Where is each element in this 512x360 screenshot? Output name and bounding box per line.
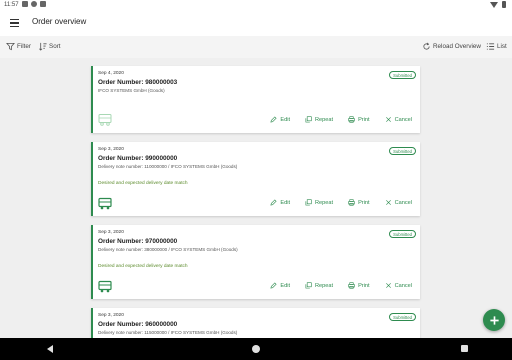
system-nav-bar (0, 338, 512, 360)
truck-icon (98, 114, 112, 126)
status-bar: 11:57 (0, 0, 512, 10)
order-card[interactable]: Sep 3, 2020 Submitted Order Number: 9600… (91, 308, 420, 338)
order-actions: Edit Repeat Print Cancel (270, 199, 412, 206)
repeat-icon (305, 116, 312, 123)
order-number: Order Number: 990000000 (98, 155, 178, 162)
order-details: IFCO SYSTEMS GmbH (Goods) (98, 88, 165, 93)
cancel-label: Cancel (394, 116, 412, 123)
back-icon[interactable] (47, 345, 53, 353)
list-icon (486, 43, 495, 50)
menu-icon[interactable] (10, 19, 19, 27)
edit-button[interactable]: Edit (270, 282, 290, 289)
list-view-button[interactable]: List (486, 42, 507, 51)
print-icon (348, 116, 355, 123)
reload-icon (423, 42, 430, 50)
order-card[interactable]: Sep 3, 2020 Submitted Order Number: 9900… (91, 142, 420, 216)
toolbar: Filter Sort Reload Overview List (0, 36, 512, 58)
order-card[interactable]: Sep 3, 2020 Submitted Order Number: 9700… (91, 225, 420, 299)
status-time: 11:57 (4, 2, 19, 8)
repeat-icon (305, 199, 312, 206)
sort-icon (39, 42, 47, 51)
print-icon (348, 282, 355, 289)
sort-label: Sort (49, 43, 61, 50)
edit-label: Edit (280, 282, 291, 289)
repeat-button[interactable]: Repeat (305, 199, 333, 206)
cancel-button[interactable]: Cancel (385, 116, 412, 123)
cancel-button[interactable]: Cancel (385, 199, 412, 206)
order-details: Delivery note number: 110000000 / IFCO S… (98, 164, 238, 169)
order-card[interactable]: Sep 4, 2020 Submitted Order Number: 9800… (91, 66, 420, 133)
delivery-date-note: Desired and expected delivery date match (98, 264, 188, 269)
repeat-label: Repeat (315, 199, 334, 206)
repeat-icon (305, 282, 312, 289)
order-details: Delivery note number: 380000000 / IFCO S… (98, 247, 238, 252)
home-icon[interactable] (252, 345, 260, 353)
status-badge: Submitted (389, 147, 416, 155)
order-number: Order Number: 960000000 (98, 321, 178, 328)
repeat-button[interactable]: Repeat (305, 116, 333, 123)
truck-icon (98, 197, 112, 210)
edit-icon (270, 199, 277, 206)
cancel-icon (385, 200, 391, 205)
status-badge: Submitted (389, 71, 416, 79)
edit-label: Edit (280, 116, 291, 123)
order-date: Sep 3, 2020 (98, 313, 124, 318)
order-details: Delivery note number: 115000000 / IFCO S… (98, 330, 238, 335)
print-label: Print (358, 282, 370, 289)
page-title: Order overview (32, 17, 87, 26)
notification-icon (22, 1, 28, 7)
edit-icon (270, 282, 277, 289)
order-date: Sep 3, 2020 (98, 147, 124, 152)
order-date: Sep 4, 2020 (98, 71, 124, 76)
delivery-date-note: Desired and expected delivery date match (98, 181, 188, 186)
print-label: Print (358, 199, 370, 206)
repeat-label: Repeat (315, 282, 334, 289)
truck-icon (98, 280, 112, 293)
edit-label: Edit (280, 199, 291, 206)
cancel-label: Cancel (394, 282, 412, 289)
repeat-button[interactable]: Repeat (305, 282, 333, 289)
status-badge: Submitted (389, 230, 416, 238)
wifi-icon (490, 1, 498, 8)
edit-button[interactable]: Edit (270, 199, 290, 206)
order-date: Sep 3, 2020 (98, 230, 124, 235)
order-actions: Edit Repeat Print Cancel (270, 116, 412, 123)
status-badge: Submitted (389, 313, 416, 321)
repeat-label: Repeat (315, 116, 334, 123)
add-order-button[interactable] (483, 309, 505, 331)
cancel-icon (385, 283, 391, 288)
cancel-button[interactable]: Cancel (385, 282, 412, 289)
print-button[interactable]: Print (348, 282, 370, 289)
battery-icon (502, 1, 506, 8)
reload-overview-button[interactable]: Reload Overview (422, 42, 481, 51)
print-icon (348, 199, 355, 206)
add-icon (489, 315, 499, 325)
cancel-icon (385, 117, 391, 122)
print-button[interactable]: Print (348, 199, 370, 206)
order-actions: Edit Repeat Print Cancel (270, 282, 412, 289)
cancel-label: Cancel (394, 199, 412, 206)
recents-icon[interactable] (461, 345, 468, 352)
reload-label: Reload Overview (433, 43, 481, 50)
filter-button[interactable]: Filter (6, 42, 31, 51)
edit-button[interactable]: Edit (270, 116, 290, 123)
notification-icon (40, 1, 46, 7)
order-number: Order Number: 970000000 (98, 238, 178, 245)
print-label: Print (358, 116, 370, 123)
notification-icons (22, 1, 46, 7)
app-bar: Order overview (0, 10, 512, 36)
order-number: Order Number: 980000003 (98, 79, 178, 86)
filter-icon (6, 42, 15, 51)
filter-label: Filter (17, 43, 31, 50)
edit-icon (270, 116, 277, 123)
print-button[interactable]: Print (348, 116, 370, 123)
notification-icon (31, 1, 37, 7)
sort-button[interactable]: Sort (38, 42, 61, 51)
list-label: List (497, 43, 507, 50)
